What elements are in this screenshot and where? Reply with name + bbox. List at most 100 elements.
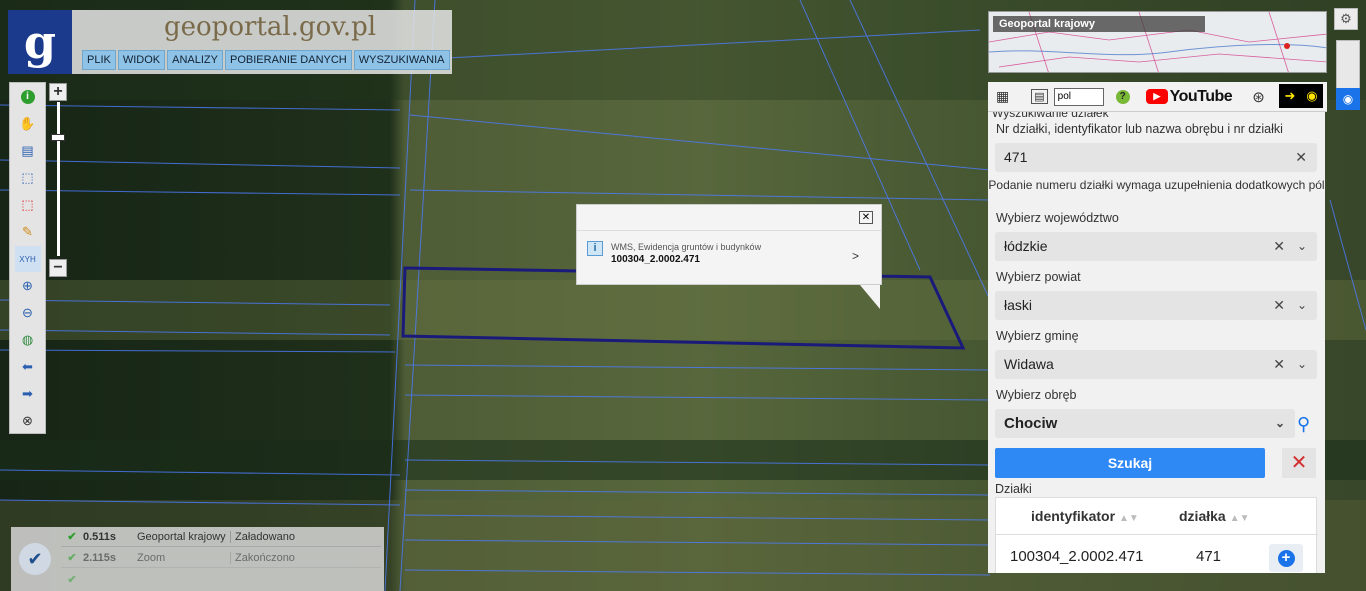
voivodeship-select[interactable]: łódzkie ✕ ⌄: [995, 232, 1317, 261]
status-layer: Geoportal krajowy: [137, 530, 231, 543]
search-button[interactable]: Szukaj: [995, 448, 1265, 478]
voivodeship-label: Wybierz województwo: [996, 211, 1119, 225]
county-select[interactable]: łaski ✕ ⌄: [995, 291, 1317, 320]
search-icon[interactable]: ⚲: [1297, 414, 1310, 435]
results-label: Działki: [995, 482, 1032, 496]
popup-layer-name: WMS, Ewidencja gruntów i budynków: [611, 242, 762, 252]
parcel-input-value: 471: [1004, 149, 1028, 165]
zoom-out-icon[interactable]: ⊖: [15, 300, 41, 326]
status-row: ✔ 0.511s Geoportal krajowy Załadowano: [61, 527, 381, 547]
menu-item-plik[interactable]: PLIK: [82, 50, 116, 70]
results-table: identyfikator ▲▼ działka ▲▼ 100304_2.0002.…: [995, 497, 1318, 573]
pan-hand-icon[interactable]: ✋: [15, 111, 41, 137]
chevron-down-icon[interactable]: ⌄: [1297, 232, 1307, 261]
menu-item-widok[interactable]: WIDOK: [117, 50, 166, 70]
close-icon[interactable]: ✕: [859, 211, 873, 224]
globe-icon[interactable]: ◍: [15, 327, 41, 353]
column-header-label: identyfikator: [1031, 508, 1116, 524]
eye-icon[interactable]: ◉: [1336, 88, 1360, 110]
language-select[interactable]: pol: [1053, 87, 1104, 106]
table-divider: [996, 534, 1318, 535]
parcel-note: Podanie numeru działki wymaga uzupełnien…: [988, 178, 1325, 192]
eye-icon: ◉: [1306, 88, 1318, 103]
clear-icon[interactable]: ✕: [1273, 232, 1285, 261]
info-icon[interactable]: i: [15, 84, 41, 110]
chevron-right-icon[interactable]: >: [852, 249, 859, 263]
chevron-down-icon[interactable]: ⌄: [1297, 291, 1307, 320]
info-icon: i: [587, 241, 603, 256]
select-rectangle-icon[interactable]: ⬚: [15, 165, 41, 191]
parcel-input[interactable]: 471 ✕: [995, 143, 1317, 172]
checkmark-icon[interactable]: ✔: [19, 543, 51, 575]
logo-letter: g: [23, 15, 57, 69]
check-icon: ✔: [67, 552, 77, 564]
county-value: łaski: [1004, 297, 1033, 313]
parcel-search-panel: Wyszukiwanie działek Nr działki, identyf…: [988, 112, 1325, 573]
menu-item-analizy[interactable]: ANALIZY: [167, 50, 223, 70]
clear-icon[interactable]: ✕: [1273, 350, 1285, 379]
popup-parcel-id[interactable]: 100304_2.0002.471: [611, 254, 700, 265]
panel-toolbar: ▦ ▤ pol ? ▶ YouTube ⊛ ➜ ◉: [988, 82, 1327, 112]
sort-icon[interactable]: ▲▼: [1230, 513, 1250, 524]
app-header: g geoportal.gov.pl PLIK WIDOK ANALIZY PO…: [8, 10, 452, 74]
clear-icon[interactable]: ✕: [1295, 143, 1307, 172]
zoom-in-icon[interactable]: ⊕: [15, 273, 41, 299]
chevron-down-icon[interactable]: ⌄: [1297, 350, 1307, 379]
check-icon: ✔: [67, 531, 77, 543]
minimap-title: Geoportal krajowy: [993, 16, 1205, 32]
zoom-plus-button[interactable]: +: [49, 83, 67, 101]
contrast-toggle-button[interactable]: ➜ ◉: [1279, 84, 1323, 108]
youtube-label: YouTube: [1169, 87, 1233, 105]
commune-select[interactable]: Widawa ✕ ⌄: [995, 350, 1317, 379]
xyh-icon[interactable]: XYH: [14, 246, 41, 272]
geoportal-logo[interactable]: g: [8, 10, 72, 74]
status-row: ✔: [61, 569, 381, 589]
status-state: Zakończono: [235, 551, 295, 564]
county-label: Wybierz powiat: [996, 270, 1081, 284]
zoom-track[interactable]: [57, 102, 60, 256]
youtube-icon: ▶: [1145, 89, 1168, 104]
pencil-icon[interactable]: ✎: [15, 219, 41, 245]
table-cell-dzialka: 471: [1196, 548, 1222, 565]
gear-icon[interactable]: ⚙: [1334, 8, 1358, 30]
commune-label: Wybierz gminę: [996, 329, 1079, 343]
youtube-link[interactable]: ▶ YouTube: [1145, 87, 1233, 106]
status-panel: ✔ ✔ 0.511s Geoportal krajowy Załadowano …: [11, 527, 384, 591]
menu-item-pobieranie-danych[interactable]: POBIERANIE DANYCH: [225, 50, 352, 70]
arrow-icon: ➜: [1284, 88, 1296, 103]
side-buttons: ⚙: [1334, 8, 1358, 33]
feature-info-popup: ✕ i WMS, Ewidencja gruntów i budynków 10…: [576, 204, 882, 309]
column-header-dzialka[interactable]: działka ▲▼: [1179, 508, 1250, 524]
zoom-slider[interactable]: + −: [49, 82, 69, 278]
help-icon[interactable]: ?: [1115, 89, 1130, 104]
commune-value: Widawa: [1004, 356, 1054, 372]
accessibility-icon[interactable]: ⊛: [1252, 88, 1265, 106]
wms-icon[interactable]: ▤: [1031, 89, 1048, 104]
forward-arrow-icon[interactable]: ➡: [15, 381, 41, 407]
overview-minimap[interactable]: Geoportal krajowy: [988, 11, 1327, 73]
chevron-down-icon[interactable]: ⌄: [1275, 409, 1285, 438]
zoom-handle[interactable]: [51, 134, 65, 141]
menu-item-wyszukiwania[interactable]: WYSZUKIWANIA: [353, 50, 450, 70]
left-toolbar: i ✋ ▤ ⬚ ⬚ ✎ XYH ⊕ ⊖ ◍ ⬅ ➡ ⊗: [9, 82, 46, 434]
check-icon: ✔: [67, 573, 77, 586]
site-title: geoportal.gov.pl: [164, 12, 377, 42]
column-header-identyfikator[interactable]: identyfikator ▲▼: [1031, 508, 1139, 524]
clear-icon[interactable]: ✕: [1273, 291, 1285, 320]
status-layer: Zoom: [137, 551, 231, 564]
clear-form-button[interactable]: ✕: [1282, 448, 1316, 478]
legend-icon[interactable]: ▤: [15, 138, 41, 164]
precinct-select[interactable]: Chociw ⌄: [995, 409, 1295, 438]
main-menu: PLIK WIDOK ANALIZY POBIERANIE DANYCH WYS…: [82, 50, 450, 70]
select-red-icon[interactable]: ⬚: [15, 192, 41, 218]
back-arrow-icon[interactable]: ⬅: [15, 354, 41, 380]
add-parcel-button[interactable]: +: [1269, 544, 1303, 572]
calculator-icon[interactable]: ▦: [996, 88, 1009, 105]
popup-tail: [860, 285, 880, 309]
compass-icon[interactable]: ⊗: [15, 408, 41, 434]
zoom-minus-button[interactable]: −: [49, 259, 67, 277]
parcel-label: Nr działki, identyfikator lub nazwa obrę…: [996, 122, 1283, 136]
voivodeship-value: łódzkie: [1004, 238, 1048, 254]
sort-icon[interactable]: ▲▼: [1119, 513, 1139, 524]
status-row: ✔ 2.115s Zoom Zakończono: [61, 548, 381, 568]
